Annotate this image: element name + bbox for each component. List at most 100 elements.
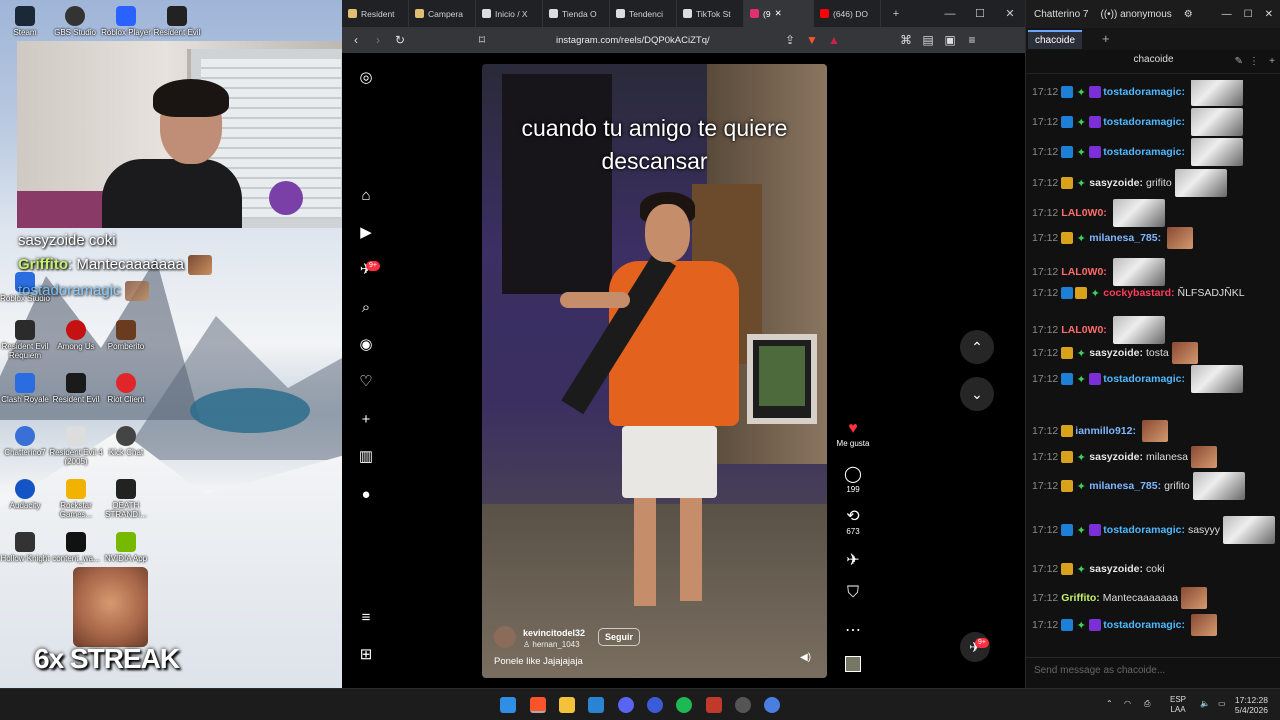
follow-button[interactable]: Seguir <box>598 628 641 646</box>
taskbar-discord[interactable] <box>618 697 634 713</box>
account-switcher[interactable]: ((•)) anonymous <box>1100 9 1171 20</box>
desktop-icon-re4[interactable]: Resident Evil 4 (2005) <box>48 426 104 466</box>
language-indicator[interactable]: ESP LAA <box>1170 695 1186 715</box>
message-list[interactable]: 17:12 ✦ tostadoramagic: 17:12 ✦ tostadoramagi… <box>1032 80 1275 657</box>
chat-message[interactable]: 17:12 LAL0W0: <box>1032 258 1275 286</box>
more-options-icon[interactable]: ⋯ <box>828 620 878 640</box>
message-username[interactable]: tostadoramagic: <box>1103 524 1185 536</box>
message-username[interactable]: tostadoramagic: <box>1103 116 1185 128</box>
chat-message[interactable]: 17:12 ✦ sasyzoide: grifito <box>1032 169 1275 197</box>
taskbar-obs[interactable] <box>735 697 751 713</box>
save-icon[interactable]: ⛉ <box>828 584 878 602</box>
create-icon[interactable]: + <box>357 411 375 429</box>
desktop-icon-content[interactable]: content_wa... <box>48 532 104 563</box>
like-button[interactable]: ♥ Me gusta <box>828 420 878 448</box>
chat-message[interactable]: 17:12 ✦ milanesa_785: <box>1032 227 1275 249</box>
chat-message[interactable]: 17:12 ✦ tostadoramagic: <box>1032 108 1275 136</box>
profile-avatar[interactable]: ● <box>357 486 375 504</box>
desktop-icon-steam[interactable]: Steam <box>0 6 53 37</box>
chat-message[interactable]: 17:12 ✦ sasyzoide: tosta <box>1032 342 1275 364</box>
taskbar-file-explorer[interactable] <box>559 697 575 713</box>
close-window-button[interactable]: ✕ <box>995 7 1025 20</box>
message-username[interactable]: sasyzoide: <box>1089 563 1143 575</box>
taskbar-brave[interactable] <box>530 697 546 713</box>
add-split-icon[interactable]: + <box>1269 56 1275 67</box>
share-icon[interactable]: ✈ <box>828 550 878 570</box>
author-username[interactable]: kevincitodel32 <box>523 628 585 638</box>
repost-button[interactable]: ⟲ 673 <box>828 506 878 536</box>
desktop-icon-riot-client[interactable]: Riot Client <box>98 373 154 404</box>
next-reel-button[interactable]: ⌄ <box>960 377 994 411</box>
back-icon[interactable]: ‹ <box>348 33 364 47</box>
chat-message[interactable]: 17:12 Griffito: Mantecaaaaaaa <box>1032 587 1275 609</box>
tab-chacoide[interactable]: chacoide <box>1028 30 1083 49</box>
chat-message[interactable]: 17:12 ✦ sasyzoide: milanesa <box>1032 446 1275 468</box>
search-icon[interactable]: ⌕ <box>357 299 375 317</box>
volume-icon[interactable]: 🔈 <box>1200 699 1210 708</box>
chat-message[interactable]: 17:12 ✦ tostadoramagic: <box>1032 80 1275 106</box>
tray-chevron-icon[interactable]: ⌃ <box>1106 699 1113 708</box>
taskbar-chatterino[interactable] <box>764 697 780 713</box>
settings-gear-icon[interactable]: ⚙ <box>1184 9 1193 20</box>
desktop-icon-chatterino7[interactable]: Chatterino7 <box>0 426 53 457</box>
address-bar[interactable]: instagram.com/reels/DQP0kACiZTq/ <box>556 35 776 46</box>
chat-message[interactable]: 17:12 ✦ tostadoramagic: <box>1032 138 1275 166</box>
browser-tab-active[interactable]: (9 ✕ <box>744 0 814 27</box>
chat-message[interactable]: 17:12 LAL0W0: <box>1032 316 1275 344</box>
desktop-icon-resident-evil-2[interactable]: Resident Evil <box>48 373 104 404</box>
desktop-icon-audacity[interactable]: Audacity <box>0 479 53 510</box>
desktop-icon-hollow-knight[interactable]: Hollow Knight <box>0 532 53 563</box>
maximize-button[interactable]: ☐ <box>965 7 995 20</box>
desktop-icon-among-us[interactable]: Among Us <box>48 320 104 351</box>
taskbar-bing[interactable] <box>588 697 604 713</box>
browser-tab[interactable]: Tendenci <box>610 0 677 27</box>
message-username[interactable]: tostadoramagic: <box>1103 86 1185 98</box>
wallet-icon[interactable]: ▣ <box>942 33 958 47</box>
chat-message[interactable]: 17:12 ✦ tostadoramagic: <box>1032 365 1275 393</box>
brave-shield-icon[interactable]: ▼ <box>804 33 820 47</box>
desktop-icon-rockstar[interactable]: Rockstar Games... <box>48 479 104 519</box>
browser-tab[interactable]: Inicio / X <box>476 0 543 27</box>
dashboard-icon[interactable]: ▥ <box>357 448 375 466</box>
chat-message[interactable]: 17:12 LAL0W0: <box>1032 199 1275 227</box>
taskbar-spotify[interactable] <box>676 697 692 713</box>
notifications-heart-icon[interactable]: ♡ <box>357 373 375 391</box>
more-menu-icon[interactable]: ≡ <box>357 609 375 627</box>
message-input[interactable]: Send message as chacoide... <box>1026 657 1280 688</box>
bookmark-icon[interactable]: ⌑ <box>474 33 490 47</box>
chat-message[interactable]: 17:12 ✦ sasyzoide: coki <box>1032 562 1275 576</box>
desktop-icon-kick-chat[interactable]: Kick Chat <box>98 426 154 457</box>
chat-message[interactable]: 17:12 ✦ tostadoramagic: sasyyy <box>1032 516 1275 544</box>
taskbar-app[interactable] <box>647 697 663 713</box>
message-username[interactable]: sasyzoide: <box>1089 177 1143 189</box>
message-username[interactable]: milanesa_785: <box>1089 232 1161 244</box>
chat-message[interactable]: 17:12 ✦ milanesa_785: grifito <box>1032 472 1275 500</box>
desktop-icon-re-requiem[interactable]: Resident Evil Requiem <box>0 320 53 360</box>
message-username[interactable]: LAL0W0: <box>1061 266 1107 278</box>
extensions-icon[interactable]: ⌘ <box>898 33 914 47</box>
message-username[interactable]: sasyzoide: <box>1089 451 1143 463</box>
minimize-button[interactable]: — <box>1222 9 1232 20</box>
message-username[interactable]: LAL0W0: <box>1061 207 1107 219</box>
close-window-button[interactable]: ✕ <box>1265 9 1273 20</box>
desktop-icon-gbs-studio[interactable]: GBS Studio <box>47 6 103 37</box>
add-tab-icon[interactable]: + <box>1102 31 1110 46</box>
menu-icon[interactable]: ≡ <box>964 33 980 47</box>
message-username[interactable]: tostadoramagic: <box>1103 619 1185 631</box>
comment-button[interactable]: ◯ 199 <box>828 464 878 494</box>
browser-tab[interactable]: TikTok St <box>677 0 744 27</box>
desktop-icon-pomberito[interactable]: Pomberito <box>98 320 154 351</box>
message-username[interactable]: ianmillo912: <box>1075 425 1136 437</box>
desktop-icon-death-stranding[interactable]: DEATH STRANDI... <box>98 479 154 519</box>
share-icon[interactable]: ⇪ <box>782 33 798 47</box>
mic-icon[interactable]: ⎙ <box>1144 699 1150 709</box>
close-icon[interactable]: ✕ <box>775 8 782 19</box>
desktop-icon-roblox-player[interactable]: Roblox Player <box>98 6 154 37</box>
audio-user[interactable]: ♙ hernan_1043 <box>523 640 580 649</box>
edit-icon[interactable]: ✎ <box>1235 56 1243 67</box>
browser-tab[interactable]: Tienda O <box>543 0 610 27</box>
message-username[interactable]: LAL0W0: <box>1061 324 1107 336</box>
browser-tab[interactable]: Campera <box>409 0 476 27</box>
previous-reel-button[interactable]: ⌃ <box>960 330 994 364</box>
message-username[interactable]: sasyzoide: <box>1089 347 1143 359</box>
